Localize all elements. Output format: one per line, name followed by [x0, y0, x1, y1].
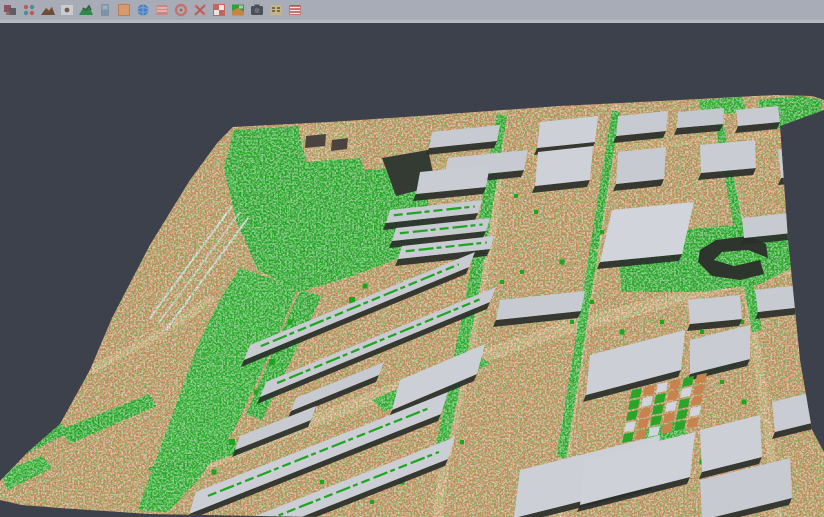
- tree: [700, 330, 704, 334]
- orthomosaic-icon[interactable]: [116, 2, 132, 18]
- tree: [460, 440, 464, 444]
- building-roof: [688, 295, 742, 324]
- classification-icon[interactable]: [230, 2, 246, 18]
- toolbar: [0, 0, 824, 20]
- tie-points-icon[interactable]: [21, 2, 37, 18]
- point-noise: [0, 23, 824, 517]
- globe-icon[interactable]: [135, 2, 151, 18]
- tree: [320, 480, 324, 484]
- tree: [370, 500, 374, 504]
- filter-table-icon[interactable]: [268, 2, 284, 18]
- tree: [269, 359, 275, 365]
- tree: [804, 300, 808, 304]
- tree: [814, 420, 818, 424]
- tree: [500, 280, 504, 284]
- attribute-table-icon[interactable]: [154, 2, 170, 18]
- tree: [363, 284, 368, 289]
- tree: [520, 270, 524, 274]
- sparse-cloud-icon[interactable]: [59, 2, 75, 18]
- tree: [288, 320, 293, 325]
- building-shadow: [778, 175, 815, 185]
- building-roof: [778, 147, 815, 178]
- dem-brown-icon[interactable]: [40, 2, 56, 18]
- tree: [229, 439, 235, 445]
- tree: [212, 470, 217, 475]
- building-roof: [616, 147, 666, 184]
- building-roof: [700, 140, 756, 173]
- vegetation-patch: [800, 296, 820, 344]
- tree: [742, 400, 747, 405]
- shadow-patch: [331, 138, 348, 151]
- building-roof: [535, 146, 593, 186]
- open-project-icon[interactable]: [2, 2, 18, 18]
- tree: [720, 380, 724, 384]
- tree: [570, 320, 574, 324]
- tree: [590, 300, 594, 304]
- tree: [534, 210, 538, 214]
- viewport-3d[interactable]: [0, 23, 824, 517]
- terrain-model-icon[interactable]: [78, 2, 94, 18]
- building-roof: [600, 202, 694, 262]
- application-window: [0, 0, 824, 517]
- tree: [600, 230, 604, 234]
- tree: [560, 260, 565, 265]
- side-panel-icon[interactable]: [97, 2, 113, 18]
- tree: [795, 160, 799, 164]
- tree: [514, 194, 518, 198]
- expand-icon[interactable]: [192, 2, 208, 18]
- tree: [254, 390, 259, 395]
- tree: [620, 330, 625, 335]
- camera-icon[interactable]: [249, 2, 265, 18]
- shadow-patch: [305, 134, 326, 148]
- tree: [800, 200, 804, 204]
- region-icon[interactable]: [211, 2, 227, 18]
- target-icon[interactable]: [173, 2, 189, 18]
- flag-icon[interactable]: [287, 2, 303, 18]
- tree: [808, 360, 813, 365]
- classified-terrain-scene: [0, 23, 824, 517]
- tree: [660, 320, 664, 324]
- tree: [800, 120, 805, 125]
